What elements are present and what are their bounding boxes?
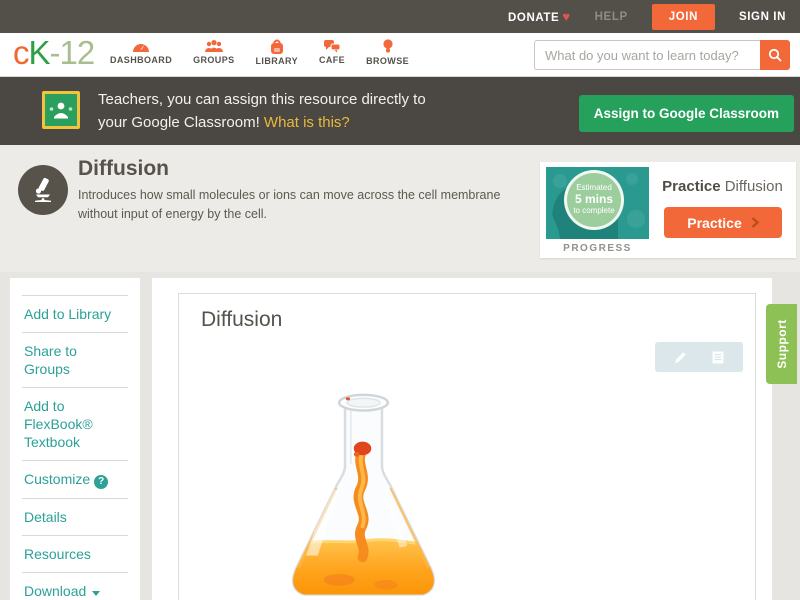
nav-library[interactable]: LIBRARY xyxy=(256,39,298,66)
google-classroom-icon xyxy=(42,91,80,129)
search-button[interactable] xyxy=(760,40,790,70)
nav-groups[interactable]: GROUPS xyxy=(193,39,234,66)
nav-label: CAFE xyxy=(318,55,346,65)
sidebar-item-resources[interactable]: Resources xyxy=(22,535,128,572)
heart-icon: ♥ xyxy=(562,9,571,24)
content-area: Add to Library Share to Groups Add to Fl… xyxy=(0,272,800,600)
lesson-container: Diffusion xyxy=(152,278,772,600)
customize-label: Customize xyxy=(24,471,91,487)
microscope-icon xyxy=(35,177,51,202)
join-button[interactable]: JOIN xyxy=(651,3,715,30)
support-tab[interactable]: Support xyxy=(766,304,797,384)
resource-hero: Diffusion Introduces how small molecules… xyxy=(0,145,800,272)
banner-line1: Teachers, you can assign this resource d… xyxy=(98,91,426,108)
nav-dashboard[interactable]: DASHBOARD xyxy=(110,39,172,66)
search-icon xyxy=(768,48,782,62)
sidebar-item-customize[interactable]: Customize? xyxy=(22,460,128,498)
top-utility-bar: DONATE ♥ HELP JOIN SIGN IN xyxy=(0,0,800,33)
sidebar-item-add-to-flexbook[interactable]: Add to FlexBook® Textbook xyxy=(22,387,128,460)
logo-k: K xyxy=(28,34,51,71)
cafe-chat-icon xyxy=(324,40,341,53)
progress-label: PROGRESS xyxy=(563,243,632,254)
groups-people-icon xyxy=(204,40,223,52)
chevron-right-icon xyxy=(751,217,759,228)
practice-subject: Diffusion xyxy=(720,178,783,195)
help-link[interactable]: HELP xyxy=(595,11,628,23)
nav-label: BROWSE xyxy=(366,56,409,66)
logo-c: c xyxy=(13,34,29,71)
practice-thumbnail[interactable]: Estimated 5 mins to complete xyxy=(546,167,649,239)
banner-line2: your Google Classroom! xyxy=(98,114,260,131)
google-classroom-banner: Teachers, you can assign this resource d… xyxy=(0,77,800,145)
help-question-badge-icon[interactable]: ? xyxy=(94,475,109,489)
library-backpack-icon xyxy=(270,39,283,54)
site-header: cK-12 DASHBOARD GROUPS LIBRARY CAFE BROW… xyxy=(0,33,800,77)
diffusion-flask-image xyxy=(271,382,456,600)
estimate-line3: to complete xyxy=(573,206,615,215)
support-tab-label: Support xyxy=(774,319,789,369)
nav-browse[interactable]: BROWSE xyxy=(366,39,409,66)
main-nav: DASHBOARD GROUPS LIBRARY CAFE BROWSE xyxy=(110,39,409,66)
edit-pencil-button[interactable] xyxy=(667,344,693,370)
dashboard-gauge-icon xyxy=(133,44,150,52)
estimate-line1: Estimated xyxy=(576,183,612,192)
sign-in-link[interactable]: SIGN IN xyxy=(739,11,786,23)
search-input[interactable] xyxy=(534,40,760,70)
what-is-this-link[interactable]: What is this? xyxy=(264,114,350,131)
assign-to-classroom-button[interactable]: Assign to Google Classroom xyxy=(578,95,794,132)
ck12-logo[interactable]: cK-12 xyxy=(13,34,96,72)
nav-label: LIBRARY xyxy=(255,56,298,66)
donate-link[interactable]: DONATE ♥ xyxy=(508,9,571,24)
banner-message: Teachers, you can assign this resource d… xyxy=(98,88,426,134)
lesson-title: Diffusion xyxy=(201,308,283,331)
practice-button-label: Practice xyxy=(687,214,742,231)
resource-description: Introduces how small molecules or ions c… xyxy=(78,188,501,221)
practice-word: Practice xyxy=(662,178,721,195)
estimated-time-badge: Estimated 5 mins to complete xyxy=(564,170,624,230)
search-bar xyxy=(534,40,790,70)
logo-suffix: -12 xyxy=(49,34,96,71)
browse-bulb-icon xyxy=(382,39,393,53)
notes-button[interactable] xyxy=(705,344,731,370)
practice-panel: Practice Diffusion Practice xyxy=(649,162,796,258)
pencil-icon xyxy=(674,351,686,363)
lesson-panel: Diffusion xyxy=(178,293,756,600)
practice-card: Estimated 5 mins to complete PROGRESS Pr… xyxy=(540,162,796,258)
practice-title: Practice Diffusion xyxy=(649,178,796,195)
nav-cafe[interactable]: CAFE xyxy=(319,39,345,66)
sidebar-item-download[interactable]: Download xyxy=(22,572,128,600)
sidebar-item-details[interactable]: Details xyxy=(22,498,128,535)
document-icon xyxy=(712,351,724,363)
action-sidebar: Add to Library Share to Groups Add to Fl… xyxy=(10,278,140,600)
sidebar-item-share-to-groups[interactable]: Share to Groups xyxy=(22,332,128,387)
nav-label: GROUPS xyxy=(193,55,235,65)
download-label: Download xyxy=(24,583,87,599)
subject-circle xyxy=(18,165,68,215)
sidebar-item-add-to-library[interactable]: Add to Library xyxy=(22,295,128,332)
lesson-toolbar xyxy=(655,342,743,372)
nav-label: DASHBOARD xyxy=(110,55,173,65)
practice-button[interactable]: Practice xyxy=(664,207,782,238)
resource-title: Diffusion xyxy=(78,157,169,180)
download-caret-icon xyxy=(92,591,101,596)
estimate-line2: 5 mins xyxy=(574,192,613,206)
